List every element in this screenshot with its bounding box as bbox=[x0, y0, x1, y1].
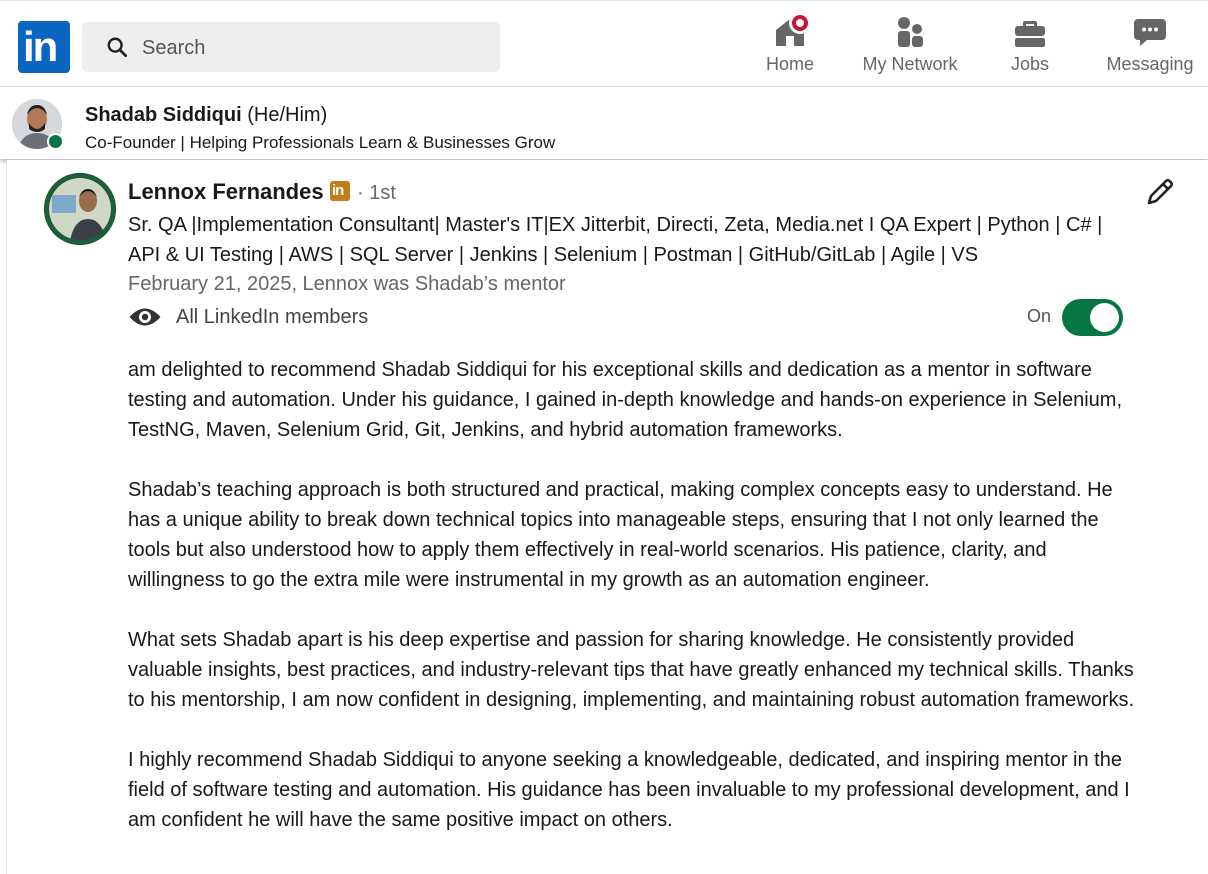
profile-name: Shadab Siddiqui bbox=[85, 104, 242, 126]
people-icon bbox=[893, 15, 927, 49]
edit-icon[interactable] bbox=[1143, 175, 1177, 209]
connection-degree: · 1st bbox=[357, 182, 396, 204]
search-input[interactable] bbox=[140, 32, 484, 64]
visibility-toggle[interactable] bbox=[1062, 299, 1123, 336]
logo-text: in bbox=[23, 23, 58, 70]
search-icon bbox=[107, 37, 128, 58]
global-nav: in Home bbox=[0, 0, 1208, 87]
nav-jobs[interactable]: Jobs bbox=[1002, 15, 1058, 79]
nav-my-network[interactable]: My Network bbox=[857, 15, 963, 79]
visibility-label: All LinkedIn members bbox=[176, 305, 369, 328]
nav-messaging-label: Messaging bbox=[1106, 54, 1194, 74]
notification-badge bbox=[789, 12, 811, 34]
premium-badge-text: in bbox=[332, 182, 344, 199]
nav-messaging[interactable]: Messaging bbox=[1104, 15, 1196, 79]
profile-pronouns: (He/Him) bbox=[247, 104, 328, 126]
recommender-name[interactable]: Lennox Fernandes bbox=[128, 179, 324, 205]
linkedin-premium-icon: in bbox=[330, 181, 350, 201]
recommendation-date-relation: February 21, 2025, Lennox was Shadab’s m… bbox=[128, 273, 566, 295]
search-box[interactable] bbox=[82, 22, 500, 72]
page: in Home bbox=[0, 0, 1208, 874]
toggle-knob bbox=[1090, 303, 1119, 332]
profile-sticky-header: Shadab Siddiqui (He/Him) Co-Founder | He… bbox=[0, 86, 1208, 159]
online-status-indicator bbox=[47, 133, 64, 150]
nav-home-label: Home bbox=[765, 54, 814, 74]
linkedin-logo-icon[interactable]: in bbox=[18, 21, 70, 73]
eye-icon bbox=[129, 308, 161, 326]
toggle-state-label: On bbox=[1027, 306, 1052, 326]
recommendation-card: Lennox Fernandes in · 1st Sr. QA |Implem… bbox=[6, 160, 1208, 874]
recommender-photo bbox=[44, 173, 116, 245]
recommendation-text: am delighted to recommend Shadab Siddiqu… bbox=[128, 355, 1138, 865]
nav-jobs-label: Jobs bbox=[1010, 54, 1050, 74]
recommender-avatar[interactable] bbox=[44, 173, 116, 245]
home-icon bbox=[773, 12, 811, 49]
nav-home[interactable]: Home bbox=[760, 12, 820, 79]
profile-name-line: Shadab Siddiqui (He/Him) bbox=[85, 103, 327, 127]
profile-headline: Co-Founder | Helping Professionals Learn… bbox=[85, 133, 556, 152]
recommendation-paragraph: Shadab’s teaching approach is both struc… bbox=[128, 479, 1113, 591]
nav-my-network-label: My Network bbox=[862, 54, 958, 74]
visibility-setting: All LinkedIn members bbox=[128, 302, 368, 332]
recommender-headline: Sr. QA |Implementation Consultant| Maste… bbox=[128, 214, 1103, 266]
recommendation-paragraph: I highly recommend Shadab Siddiqui to an… bbox=[128, 749, 1130, 831]
recommendation-paragraph: am delighted to recommend Shadab Siddiqu… bbox=[128, 359, 1123, 441]
briefcase-icon bbox=[1013, 15, 1047, 49]
chat-icon bbox=[1133, 15, 1167, 49]
recommendation-paragraph: What sets Shadab apart is his deep exper… bbox=[128, 629, 1135, 711]
